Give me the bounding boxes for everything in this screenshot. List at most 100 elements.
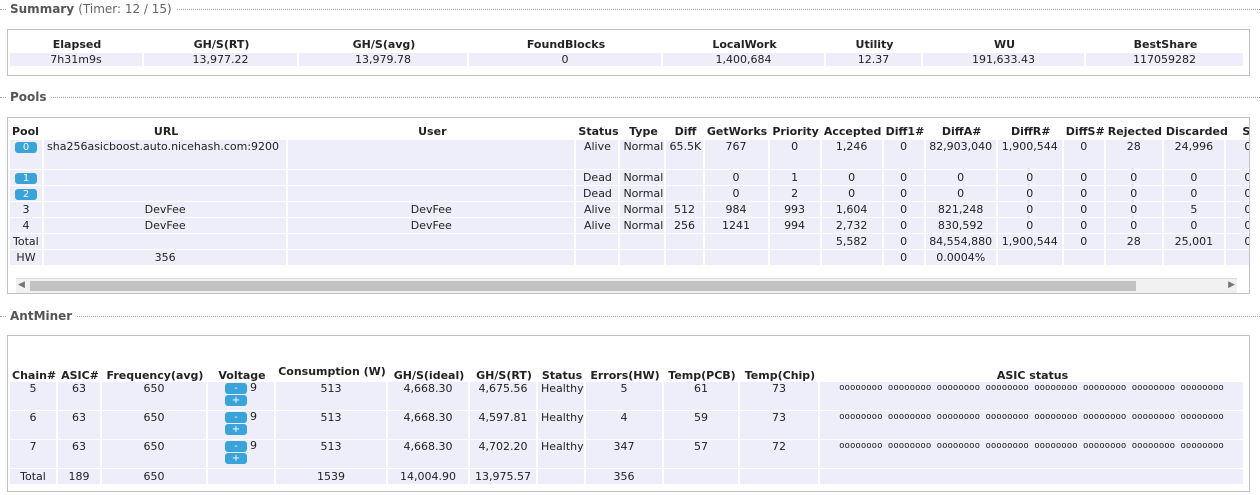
voltage-minus-button[interactable]: - — [225, 383, 247, 394]
antminer-total-pcb — [664, 469, 740, 485]
chain-voltage-cell: -9 + — [208, 382, 276, 411]
voltage-value: 9 — [250, 410, 257, 423]
chain-consumption-cell: 513 — [276, 411, 388, 440]
chain-errors-cell: 347 — [586, 440, 664, 469]
pools-header: Type — [629, 124, 658, 138]
chain-chip-cell: 73 — [740, 382, 820, 411]
pools-header: Status — [578, 124, 619, 138]
chain-consumption-cell: 513 — [276, 382, 388, 411]
chain-chain-cell: 5 — [10, 382, 58, 411]
pool-row: 3 DevFee DevFee Alive Normal 512 984 993 1,604 0 8… — [10, 202, 1249, 218]
pool-url-cell — [44, 170, 289, 186]
pool-hw-url: 356 — [44, 250, 289, 266]
pool-discarded-cell: 0 — [1163, 170, 1226, 186]
pool-total-discarded: 25,001 — [1163, 234, 1226, 250]
pool-type-cell: Normal — [620, 140, 667, 170]
voltage-control: -9 + — [211, 411, 271, 435]
pool-total-status — [576, 234, 621, 250]
pool-discarded-cell: 5 — [1163, 202, 1226, 218]
summary-header: BestShare — [1133, 37, 1198, 51]
voltage-plus-button[interactable]: + — [225, 395, 247, 406]
antminer-total-chip — [740, 469, 820, 485]
voltage-control: -9 + — [211, 440, 271, 464]
pool-accepted-cell: 1,604 — [821, 202, 884, 218]
pool-priority-cell: 2 — [769, 186, 822, 202]
pool-select-button[interactable]: 2 — [15, 189, 37, 200]
chain-chip-cell: 72 — [740, 440, 820, 469]
pool-total-accepted: 5,582 — [821, 234, 884, 250]
pool-getworks-cell: 767 — [704, 140, 770, 170]
chain-asic-cell: 63 — [58, 382, 102, 411]
voltage-plus-button[interactable]: + — [225, 453, 247, 464]
pool-diff-cell — [666, 170, 705, 186]
pools-header: GetWorks — [706, 124, 768, 138]
pool-hw-st — [1225, 250, 1249, 266]
voltage-plus-button[interactable]: + — [225, 424, 247, 435]
summary-value: 191,633.43 — [923, 53, 1086, 67]
pool-user-cell: DevFee — [288, 202, 577, 218]
antminer-total-voltage — [208, 469, 276, 485]
pool-getworks-cell: 984 — [704, 202, 770, 218]
pool-total-diffs: 0 — [1063, 234, 1106, 250]
pool-diffs-cell: 0 — [1063, 218, 1106, 234]
pools-header: User — [418, 124, 447, 138]
pool-type-cell: Normal — [620, 170, 667, 186]
pool-row: 0 sha256asicboost.auto.nicehash.com:9200 A… — [10, 140, 1249, 170]
pool-st-cell: 0 — [1225, 140, 1249, 170]
pool-pool-cell: 4 — [10, 218, 45, 234]
pools-header: Priority — [772, 124, 819, 138]
pool-select-button[interactable]: 1 — [15, 173, 37, 184]
scroll-right-icon[interactable]: ▶ — [1228, 280, 1235, 290]
antminer-header: Errors(HW) — [590, 369, 660, 382]
pool-rejected-cell: 28 — [1105, 140, 1164, 170]
pool-hw-pool: HW — [10, 250, 45, 266]
pool-hw-row: HW 356 0 0.0004% — [10, 250, 1249, 266]
scroll-left-icon[interactable]: ◀ — [18, 280, 25, 290]
chain-freq-cell: 650 — [102, 411, 208, 440]
pools-scrollbar[interactable]: ◀ ▶ — [16, 278, 1237, 293]
chain-errors-cell: 5 — [586, 382, 664, 411]
pool-hw-rejected — [1105, 250, 1164, 266]
pool-select-button[interactable]: 0 — [15, 142, 37, 153]
antminer-total-consumption: 1539 — [276, 469, 388, 485]
pool-total-pool: Total — [10, 234, 45, 250]
pools-legend: Pools — [0, 90, 1260, 104]
chain-chip-cell: 73 — [740, 411, 820, 440]
pool-getworks-cell: 0 — [704, 186, 770, 202]
chain-row: 7 63 650-9 +513 4,668.30 4,702.20 Healthy 347 57… — [10, 440, 1245, 469]
pool-discarded-cell: 0 — [1163, 186, 1226, 202]
pool-hw-getworks — [704, 250, 770, 266]
pools-header: Discarded — [1165, 124, 1228, 138]
pool-accepted-cell: 2,732 — [821, 218, 884, 234]
chain-pcb-cell: 57 — [664, 440, 740, 469]
voltage-value: 9 — [250, 439, 257, 452]
pool-getworks-cell: 0 — [704, 170, 770, 186]
chain-pcb-cell: 59 — [664, 411, 740, 440]
voltage-minus-button[interactable]: - — [225, 412, 247, 423]
pool-st-cell: 0 — [1225, 218, 1249, 234]
pool-hw-accepted — [821, 250, 884, 266]
pool-diffr-cell: 0 — [997, 202, 1064, 218]
pool-total-type — [620, 234, 667, 250]
antminer-header: Voltage — [218, 369, 266, 382]
pool-type-cell: Normal — [620, 186, 667, 202]
pool-total-diffa: 84,554,880 — [925, 234, 998, 250]
voltage-minus-button[interactable]: - — [225, 441, 247, 452]
pool-pool-cell: 0 — [10, 140, 45, 170]
pool-url-cell: sha256asicboost.auto.nicehash.com:9200 — [44, 140, 289, 170]
pool-status-cell: Alive — [576, 218, 621, 234]
pool-diffr-cell: 0 — [997, 186, 1064, 202]
pool-total-st: 0 — [1225, 234, 1249, 250]
pool-st-cell: 0 — [1225, 202, 1249, 218]
pools-scroll-thumb[interactable] — [30, 281, 1136, 291]
chain-errors-cell: 4 — [586, 411, 664, 440]
chain-ideal-cell: 4,668.30 — [388, 411, 470, 440]
pool-url-cell: DevFee — [44, 218, 289, 234]
pools-header: Diff — [674, 124, 697, 138]
pool-getworks-cell: 1241 — [704, 218, 770, 234]
pool-rejected-cell: 0 — [1105, 170, 1164, 186]
chain-status-cell: Healthy — [538, 382, 586, 411]
pool-diff-cell: 512 — [666, 202, 705, 218]
pool-user-cell: DevFee — [288, 218, 577, 234]
pools-header: URL — [153, 124, 179, 138]
